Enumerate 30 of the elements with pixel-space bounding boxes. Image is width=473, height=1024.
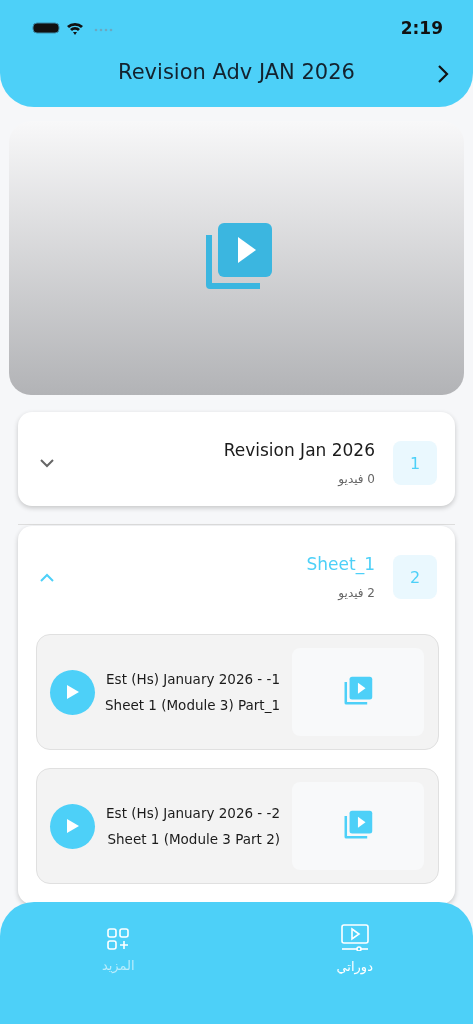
- play-button[interactable]: [50, 803, 95, 849]
- tab-label: المزيد: [101, 958, 135, 973]
- play-icon: [65, 818, 80, 834]
- chevron-up-icon[interactable]: [40, 572, 54, 582]
- tab-label: دوراتي: [336, 959, 373, 974]
- wifi-icon: [67, 22, 83, 35]
- status-time: 2:19: [400, 18, 443, 38]
- lesson-title: Sheet 1 (Module 3) Part_1: [105, 697, 280, 713]
- section-number: 2: [393, 555, 437, 599]
- section-title: Sheet_1: [306, 554, 375, 574]
- lesson-title: Est (Hs) January 2026 - -1: [106, 671, 280, 687]
- play-button[interactable]: [50, 669, 95, 715]
- lesson-title: Sheet 1 (Module 3 Part 2): [107, 831, 280, 847]
- video-library-icon: [342, 810, 374, 842]
- lesson-title: Est (Hs) January 2026 - -2: [106, 805, 280, 821]
- signal-icon: [94, 28, 113, 32]
- video-screen-icon: [340, 924, 369, 951]
- lesson-card[interactable]: Est (Hs) January 2026 - -2 Sheet 1 (Module 3 Part 2): [36, 768, 439, 884]
- battery-icon: [32, 22, 60, 34]
- page-title: Revision Adv JAN 2026: [118, 60, 355, 84]
- section-title: Revision Jan 2026: [223, 440, 375, 460]
- section-number: 1: [393, 441, 437, 485]
- video-library-icon: [342, 676, 374, 708]
- chevron-down-icon[interactable]: [40, 458, 54, 468]
- grid-plus-icon: [107, 928, 130, 950]
- chevron-right-icon[interactable]: [437, 64, 449, 84]
- lesson-card[interactable]: Est (Hs) January 2026 - -1 Sheet 1 (Module 3) Part_1: [36, 634, 439, 750]
- video-count: 0 فيديو: [338, 472, 375, 486]
- video-count: 2 فيديو: [338, 586, 375, 600]
- play-icon: [65, 684, 80, 700]
